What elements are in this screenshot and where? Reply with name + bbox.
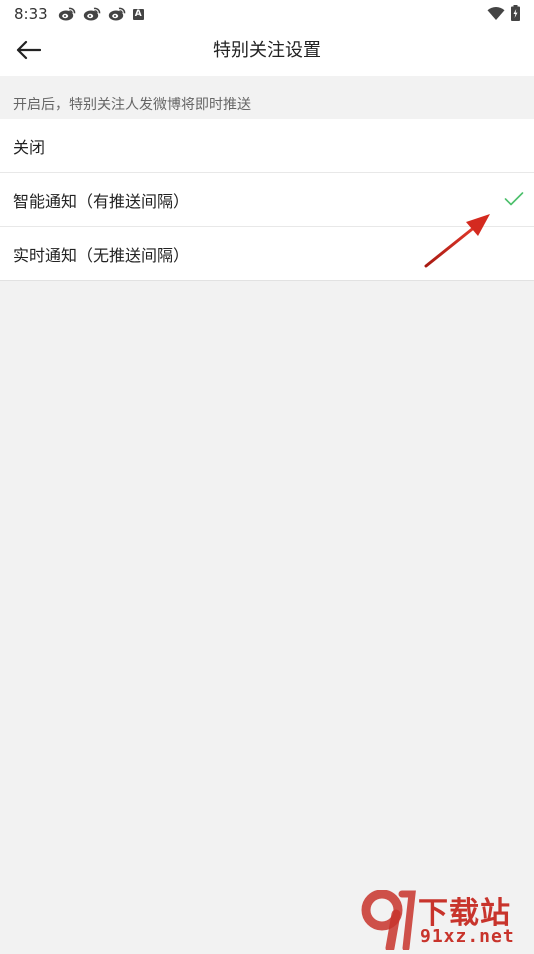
watermark-logo-icon xyxy=(360,889,416,954)
watermark: 下载站 91xz.net xyxy=(360,888,530,953)
weibo-icon xyxy=(83,7,101,21)
status-notification-icons: A xyxy=(58,7,144,21)
check-icon xyxy=(504,191,524,211)
option-off[interactable]: 关闭 xyxy=(0,119,534,173)
back-button[interactable] xyxy=(8,32,48,72)
option-label: 关闭 xyxy=(13,137,46,157)
status-bar: 8:33 A xyxy=(0,0,534,28)
status-system-icons xyxy=(487,5,520,25)
status-time: 8:33 xyxy=(14,5,48,23)
annotation-arrow-icon xyxy=(420,208,500,276)
section-hint: 开启后，特别关注人发微博将即时推送 xyxy=(13,97,251,113)
arrow-left-icon xyxy=(15,40,42,64)
battery-charging-icon xyxy=(511,5,520,25)
notification-a-icon: A xyxy=(132,8,144,20)
wifi-icon xyxy=(487,6,505,25)
weibo-icon xyxy=(108,7,126,21)
page-title: 特别关注设置 xyxy=(213,40,321,61)
app-bar: 特别关注设置 xyxy=(0,28,534,76)
watermark-domain: 91xz.net xyxy=(420,926,515,947)
weibo-icon xyxy=(58,7,76,21)
option-label: 智能通知（有推送间隔） xyxy=(13,191,190,211)
option-label: 实时通知（无推送间隔） xyxy=(13,245,190,265)
